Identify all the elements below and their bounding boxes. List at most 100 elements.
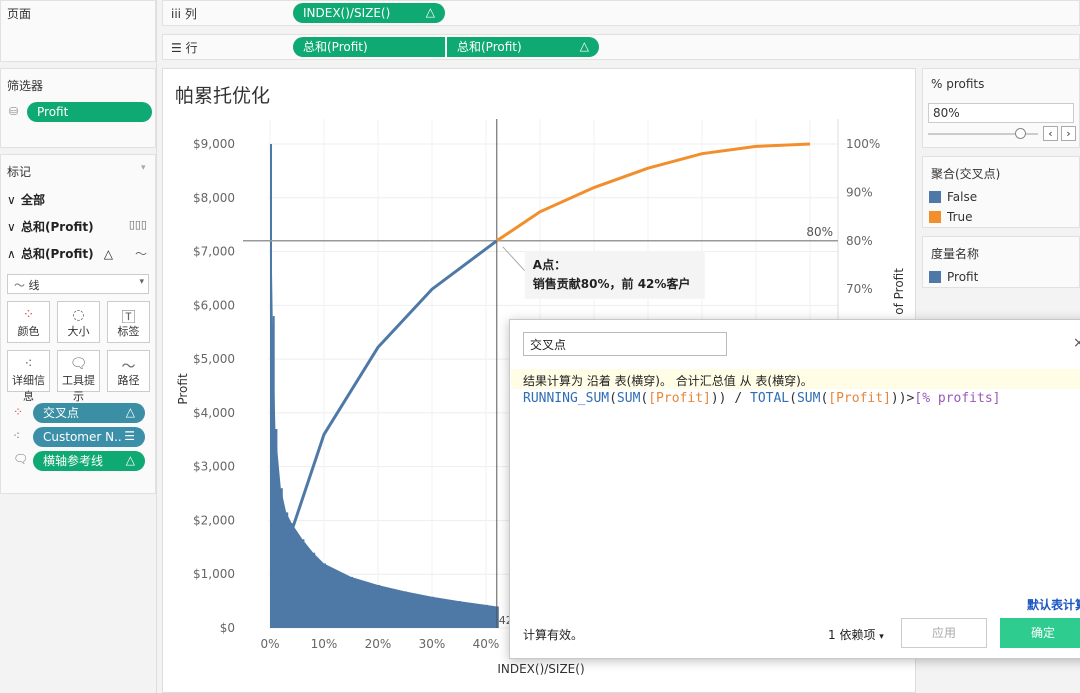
x-tick-label: 20% [365, 637, 392, 651]
close-icon[interactable]: × [1073, 335, 1080, 351]
marks-row-profit-bar[interactable]: ∨ 总和(Profit) ▯▯▯ [7, 218, 151, 235]
profit-bar [351, 576, 353, 628]
marks-row-all[interactable]: ∨ 全部 [7, 191, 45, 208]
dependencies-dropdown[interactable]: 1 依赖项 ▾ [828, 626, 884, 643]
y-axis-title: Profit [176, 373, 190, 405]
delta-icon: △ [125, 405, 135, 419]
step-forward-button[interactable]: › [1061, 126, 1076, 141]
ok-button[interactable]: 确定 [1000, 618, 1080, 648]
delta-icon: △ [103, 247, 113, 261]
dropdown-arrow-icon: ▾ [139, 277, 144, 287]
color-legend-card: 聚合(交叉点) False True [922, 156, 1080, 228]
profit-bar [270, 144, 272, 628]
x-tick-label: 10% [311, 637, 338, 651]
detail-icon: ⁖ [13, 429, 21, 443]
tooltip-icon: 🗨 [69, 356, 88, 372]
profit-bar [432, 596, 434, 628]
profit-bar [486, 604, 488, 628]
apply-button[interactable]: 应用 [901, 618, 987, 648]
path-icon: 〜 [121, 359, 136, 375]
mark-color-button[interactable]: ⁘ 颜色 [7, 301, 50, 343]
y-tick-label: $0 [220, 621, 235, 635]
y-tick-label: $4,000 [193, 406, 235, 420]
mark-detail-button[interactable]: ⁖ 详细信息 [7, 350, 50, 403]
marks-menu-icon[interactable]: ▾ [141, 163, 146, 173]
profit-bar [459, 601, 461, 628]
formula-editor[interactable]: RUNNING_SUM(SUM([Profit])) / TOTAL(SUM([… [523, 391, 1000, 406]
detail-icon: ⁖ [24, 356, 33, 372]
bar-chart-icon: ▯▯▯ [128, 218, 147, 231]
y2-tick-label: 80% [846, 234, 873, 248]
chevron-up-icon: ∧ [7, 247, 16, 261]
rows-pill-1[interactable]: 总和(Profit) [293, 37, 445, 57]
pages-title: 页面 [7, 7, 32, 21]
x-tick-label: 40% [473, 637, 500, 651]
x-tick-label: 0% [260, 637, 279, 651]
rows-icon: ☰ [171, 41, 182, 55]
mark-label-button[interactable]: 🅃 标签 [107, 301, 150, 343]
legend-item-profit[interactable]: Profit [929, 270, 978, 284]
profit-bar [286, 512, 289, 628]
calc-status: 计算有效。 [523, 628, 584, 642]
legend-swatch [929, 191, 941, 203]
x-tick-label: 30% [419, 637, 446, 651]
legend-item-false[interactable]: False [929, 190, 977, 204]
filters-title: 筛选器 [7, 79, 44, 93]
rows-shelf[interactable]: ☰ 行 总和(Profit) 总和(Profit) △ [162, 34, 1080, 60]
delta-icon: △ [125, 453, 135, 467]
line-icon: 〜 [14, 279, 25, 292]
rows-label: ☰ 行 [171, 41, 198, 55]
marks-row-profit-line[interactable]: ∧ 总和(Profit) △ 〜 [7, 245, 151, 262]
rows-pill-2[interactable]: 总和(Profit) △ [447, 37, 599, 57]
delta-icon: △ [579, 39, 589, 53]
slider-thumb[interactable] [1015, 128, 1026, 139]
profit-bar [324, 563, 326, 628]
columns-label: iii 列 [171, 7, 197, 21]
size-icon: ◌ [72, 307, 85, 323]
y2-tick-label: 100% [846, 137, 880, 151]
filter-pill-profit[interactable]: Profit [27, 102, 152, 122]
label-icon: 🅃 [121, 310, 136, 326]
annotation-leader [502, 246, 526, 272]
color-dots-icon: ⁘ [13, 405, 24, 419]
y-tick-label: $7,000 [193, 245, 235, 259]
y-tick-label: $3,000 [193, 460, 235, 474]
x-axis-title: INDEX()/SIZE() [497, 662, 584, 676]
calc-name-input[interactable]: 交叉点 [523, 332, 727, 356]
columns-pill[interactable]: INDEX()/SIZE() △ [293, 3, 445, 23]
cumulative-line-false [290, 239, 498, 532]
reference-line-label: 80% [806, 225, 833, 239]
legend-swatch [929, 211, 941, 223]
y-tick-label: $2,000 [193, 513, 235, 527]
parameter-card: % profits 80% ‹ › [922, 68, 1080, 148]
mark-path-button[interactable]: 〜 路径 [107, 350, 150, 392]
chevron-down-icon: ∨ [7, 193, 16, 207]
color-dots-icon: ⁘ [22, 307, 35, 323]
left-pane: 页面 筛选器 ⛁ Profit 标记 ▾ ∨ 全部 ∨ 总和(Profit) ▯▯▯… [0, 0, 157, 693]
calculation-dialog: 交叉点 × 结果计算为 沿着 表(横穿)。 合计汇总值 从 表(横穿)。 RUN… [509, 319, 1080, 659]
tooltip-icon: 🗨 [13, 452, 29, 466]
mark-pill-customer-name[interactable]: Customer N.. ☰ [33, 427, 145, 447]
columns-icon: iii [171, 7, 182, 21]
parameter-title: % profits [931, 77, 985, 91]
default-table-calc-link[interactable]: 默认表计算 [1027, 596, 1080, 613]
y-tick-label: $1,000 [193, 567, 235, 581]
profit-bar [302, 539, 305, 628]
measure-legend-title: 度量名称 [931, 247, 980, 261]
legend-item-true[interactable]: True [929, 210, 973, 224]
columns-shelf[interactable]: iii 列 INDEX()/SIZE() △ [162, 0, 1080, 26]
y-tick-label: $8,000 [193, 191, 235, 205]
profit-bar [275, 429, 278, 628]
mark-tooltip-button[interactable]: 🗨 工具提示 [57, 350, 100, 403]
line-chart-icon: 〜 [134, 247, 147, 261]
mark-type-select[interactable]: 〜 线 ▾ [7, 274, 149, 294]
step-back-button[interactable]: ‹ [1043, 126, 1058, 141]
dropdown-arrow-icon: ▾ [879, 632, 884, 642]
mark-pill-intersection[interactable]: 交叉点 △ [33, 403, 145, 423]
parameter-input[interactable]: 80% [928, 103, 1074, 123]
profit-bar [405, 591, 407, 628]
mark-size-button[interactable]: ◌ 大小 [57, 301, 100, 343]
sort-icon: ☰ [124, 429, 135, 443]
marks-card: 标记 ▾ ∨ 全部 ∨ 总和(Profit) ▯▯▯ ∧ 总和(Profit) △ 〜… [0, 154, 156, 494]
mark-pill-ref-line[interactable]: 横轴参考线 △ [33, 451, 145, 471]
